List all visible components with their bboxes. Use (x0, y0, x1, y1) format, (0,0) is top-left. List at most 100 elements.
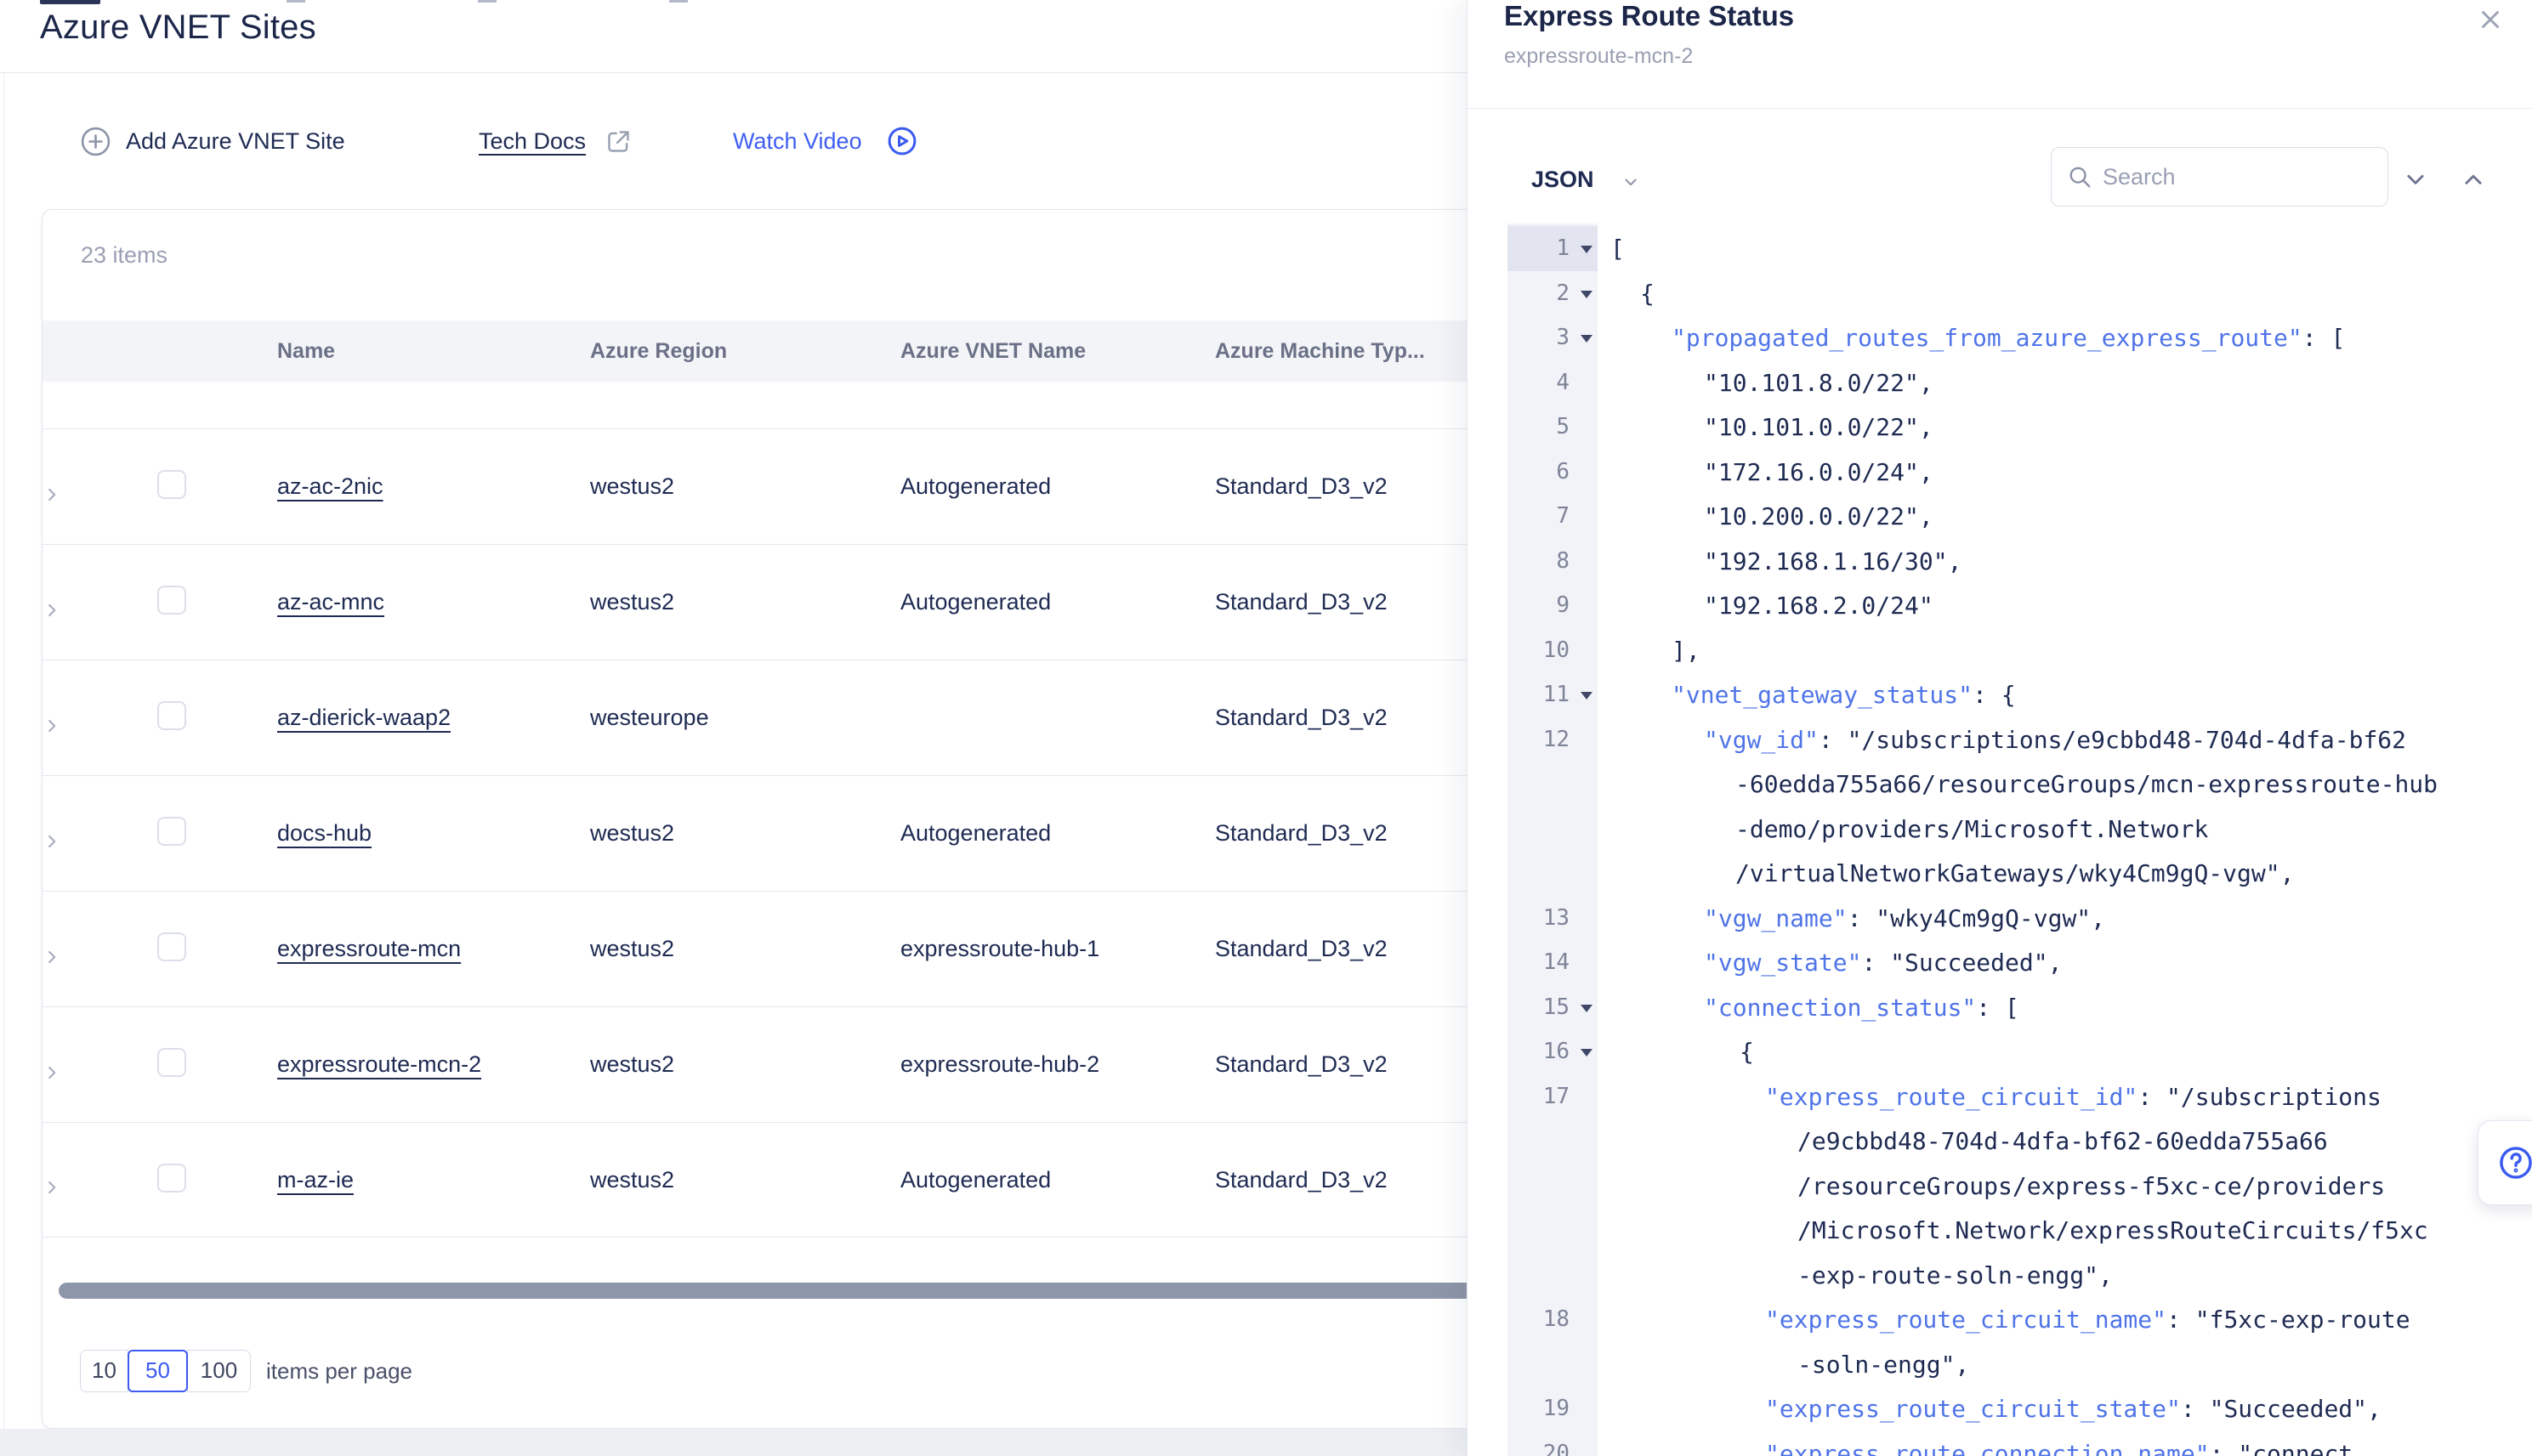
row-checkbox[interactable] (157, 586, 186, 615)
expand-chevron-icon[interactable] (43, 948, 136, 966)
line-number: 19 (1502, 1386, 1570, 1431)
json-code-line: /resourceGroups/express-f5xc-ce/provider… (1797, 1164, 2385, 1209)
azure-machine-type-cell: Standard_D3_v2 (1215, 705, 1495, 731)
watch-video-link-group: Watch Video (733, 73, 918, 209)
tech-docs-link[interactable]: Tech Docs (479, 128, 586, 155)
page-size-option-100[interactable]: 100 (187, 1350, 251, 1392)
collapse-caret-icon[interactable] (1581, 1049, 1592, 1057)
site-name-link[interactable]: az-ac-mnc (277, 589, 384, 615)
json-code-line: "vgw_name": "wky4Cm9gQ-vgw", (1704, 896, 2105, 941)
site-name-link[interactable]: expressroute-mcn (277, 936, 461, 961)
json-code-line: [ (1610, 226, 1625, 271)
site-name-link[interactable]: expressroute-mcn-2 (277, 1051, 481, 1077)
table-row: m-az-iewestus2AutogeneratedStandard_D3_v… (43, 1122, 1495, 1238)
json-code-line: "192.168.2.0/24" (1704, 583, 1933, 628)
table-row: expressroute-mcn-2 westus2expressroute-hu… (43, 1006, 1495, 1122)
line-number: 5 (1502, 405, 1570, 450)
row-checkbox[interactable] (157, 932, 186, 961)
horizontal-scrollbar[interactable] (59, 1283, 1480, 1299)
collapse-caret-icon[interactable] (1581, 335, 1592, 343)
help-button[interactable] (2478, 1120, 2532, 1205)
line-number: 7 (1502, 494, 1570, 539)
azure-vnet-name-cell: expressroute-hub-1 (900, 936, 1215, 962)
column-header-name[interactable]: Name (277, 339, 590, 364)
column-header-machine-type[interactable]: Azure Machine Typ... (1215, 339, 1495, 364)
row-checkbox[interactable] (157, 1048, 186, 1077)
expand-chevron-icon[interactable] (43, 832, 136, 851)
json-code-line: "express_route_circuit_id": "/subscripti… (1765, 1074, 2382, 1119)
site-name-link[interactable]: az-dierick-waap2 (277, 705, 451, 730)
collapse-caret-icon[interactable] (1581, 291, 1592, 298)
json-code-line: "vgw_state": "Succeeded", (1704, 940, 2062, 985)
expand-chevron-icon[interactable] (43, 601, 136, 620)
azure-vnet-name-cell: expressroute-hub-2 (900, 1051, 1215, 1078)
json-code-line: -exp-route-soln-engg", (1797, 1253, 2113, 1298)
column-header-region[interactable]: Azure Region (590, 339, 900, 364)
page-size-option-10[interactable]: 10 (80, 1350, 128, 1392)
table-header-row: Name Azure Region Azure VNET Name Azure … (43, 320, 1495, 382)
site-name-link[interactable]: m-az-ie (277, 1167, 354, 1193)
collapse-caret-icon[interactable] (1581, 692, 1592, 700)
row-checkbox[interactable] (157, 817, 186, 846)
row-checkbox[interactable] (157, 701, 186, 730)
line-number: 11 (1502, 672, 1570, 717)
add-button-label: Add Azure VNET Site (126, 128, 345, 155)
items-count: 23 items (81, 242, 167, 269)
pagination: 1050100 items per page (80, 1350, 412, 1392)
line-number: 17 (1502, 1074, 1570, 1119)
add-azure-vnet-site-button[interactable]: Add Azure VNET Site (80, 73, 345, 209)
azure-region-cell: westus2 (590, 1051, 900, 1078)
watch-video-link[interactable]: Watch Video (733, 128, 862, 155)
table-row: az-ac-2nicwestus2AutogeneratedStandard_D… (43, 428, 1495, 544)
line-number: 9 (1502, 583, 1570, 628)
external-link-icon (605, 127, 633, 156)
collapse-caret-icon[interactable] (1581, 246, 1592, 253)
site-name-link[interactable]: docs-hub (277, 820, 372, 846)
json-code-line: "10.200.0.0/22", (1704, 494, 1933, 539)
azure-machine-type-cell: Standard_D3_v2 (1215, 936, 1495, 962)
json-code-line: "connection_status": [ (1704, 985, 2019, 1030)
line-number: 2 (1502, 271, 1570, 316)
row-checkbox[interactable] (157, 470, 186, 499)
collapse-caret-icon[interactable] (1581, 1005, 1592, 1012)
page-size-group: 1050100 (80, 1350, 251, 1392)
page-footer-strip (0, 1429, 1469, 1456)
play-circle-icon (886, 125, 918, 157)
line-number: 18 (1502, 1297, 1570, 1342)
main-content: Azure VNET Sites Add Azure VNET Site Tec… (0, 0, 1469, 1456)
json-code-line: "express_route_circuit_name": "f5xc-exp-… (1765, 1297, 2410, 1342)
azure-region-cell: westus2 (590, 936, 900, 962)
azure-region-cell: westus2 (590, 589, 900, 615)
json-code-line: "10.101.0.0/22", (1704, 405, 1933, 450)
active-tab-indicator[interactable] (40, 0, 100, 4)
json-code-line: "172.16.0.0/24", (1704, 450, 1933, 495)
line-number: 10 (1502, 628, 1570, 673)
json-code-line: -60edda755a66/resourceGroups/mcn-express… (1735, 762, 2438, 807)
page-size-option-50[interactable]: 50 (128, 1350, 188, 1392)
azure-machine-type-cell: Standard_D3_v2 (1215, 1167, 1495, 1193)
expand-chevron-icon[interactable] (43, 1063, 136, 1082)
json-code-line: /Microsoft.Network/expressRouteCircuits/… (1797, 1208, 2428, 1253)
json-code-line: "192.168.1.16/30", (1704, 539, 1961, 584)
expand-chevron-icon[interactable] (43, 485, 136, 504)
site-name-link[interactable]: az-ac-2nic (277, 473, 383, 499)
azure-region-cell: westeurope (590, 705, 900, 731)
line-number: 16 (1502, 1029, 1570, 1074)
azure-machine-type-cell: Standard_D3_v2 (1215, 473, 1495, 500)
column-header-vnet[interactable]: Azure VNET Name (900, 339, 1215, 364)
line-number: 6 (1502, 450, 1570, 495)
row-checkbox[interactable] (157, 1164, 186, 1193)
table-row: expressroute-mcn westus2expressroute-hub-… (43, 891, 1495, 1006)
table-row: az-dierick-waap2 westeurope Standard_D3_v2 (43, 660, 1495, 775)
azure-vnet-name-cell: Autogenerated (900, 473, 1215, 500)
expand-chevron-icon[interactable] (43, 717, 136, 735)
json-code-line: "express_route_circuit_state": "Succeede… (1765, 1386, 2382, 1431)
expand-chevron-icon[interactable] (43, 1178, 136, 1197)
json-code-line: /e9cbbd48-704d-4dfa-bf62-60edda755a66 (1797, 1119, 2328, 1164)
divider (3, 73, 4, 1456)
page-title: Azure VNET Sites (40, 8, 316, 47)
json-code-line: "vgw_id": "/subscriptions/e9cbbd48-704d-… (1704, 717, 2406, 762)
table-body: az-ac-2nicwestus2AutogeneratedStandard_D… (43, 428, 1495, 1238)
json-code-line: "express_route_connection_name": "connec… (1765, 1431, 2353, 1456)
line-number: 20 (1502, 1431, 1570, 1456)
